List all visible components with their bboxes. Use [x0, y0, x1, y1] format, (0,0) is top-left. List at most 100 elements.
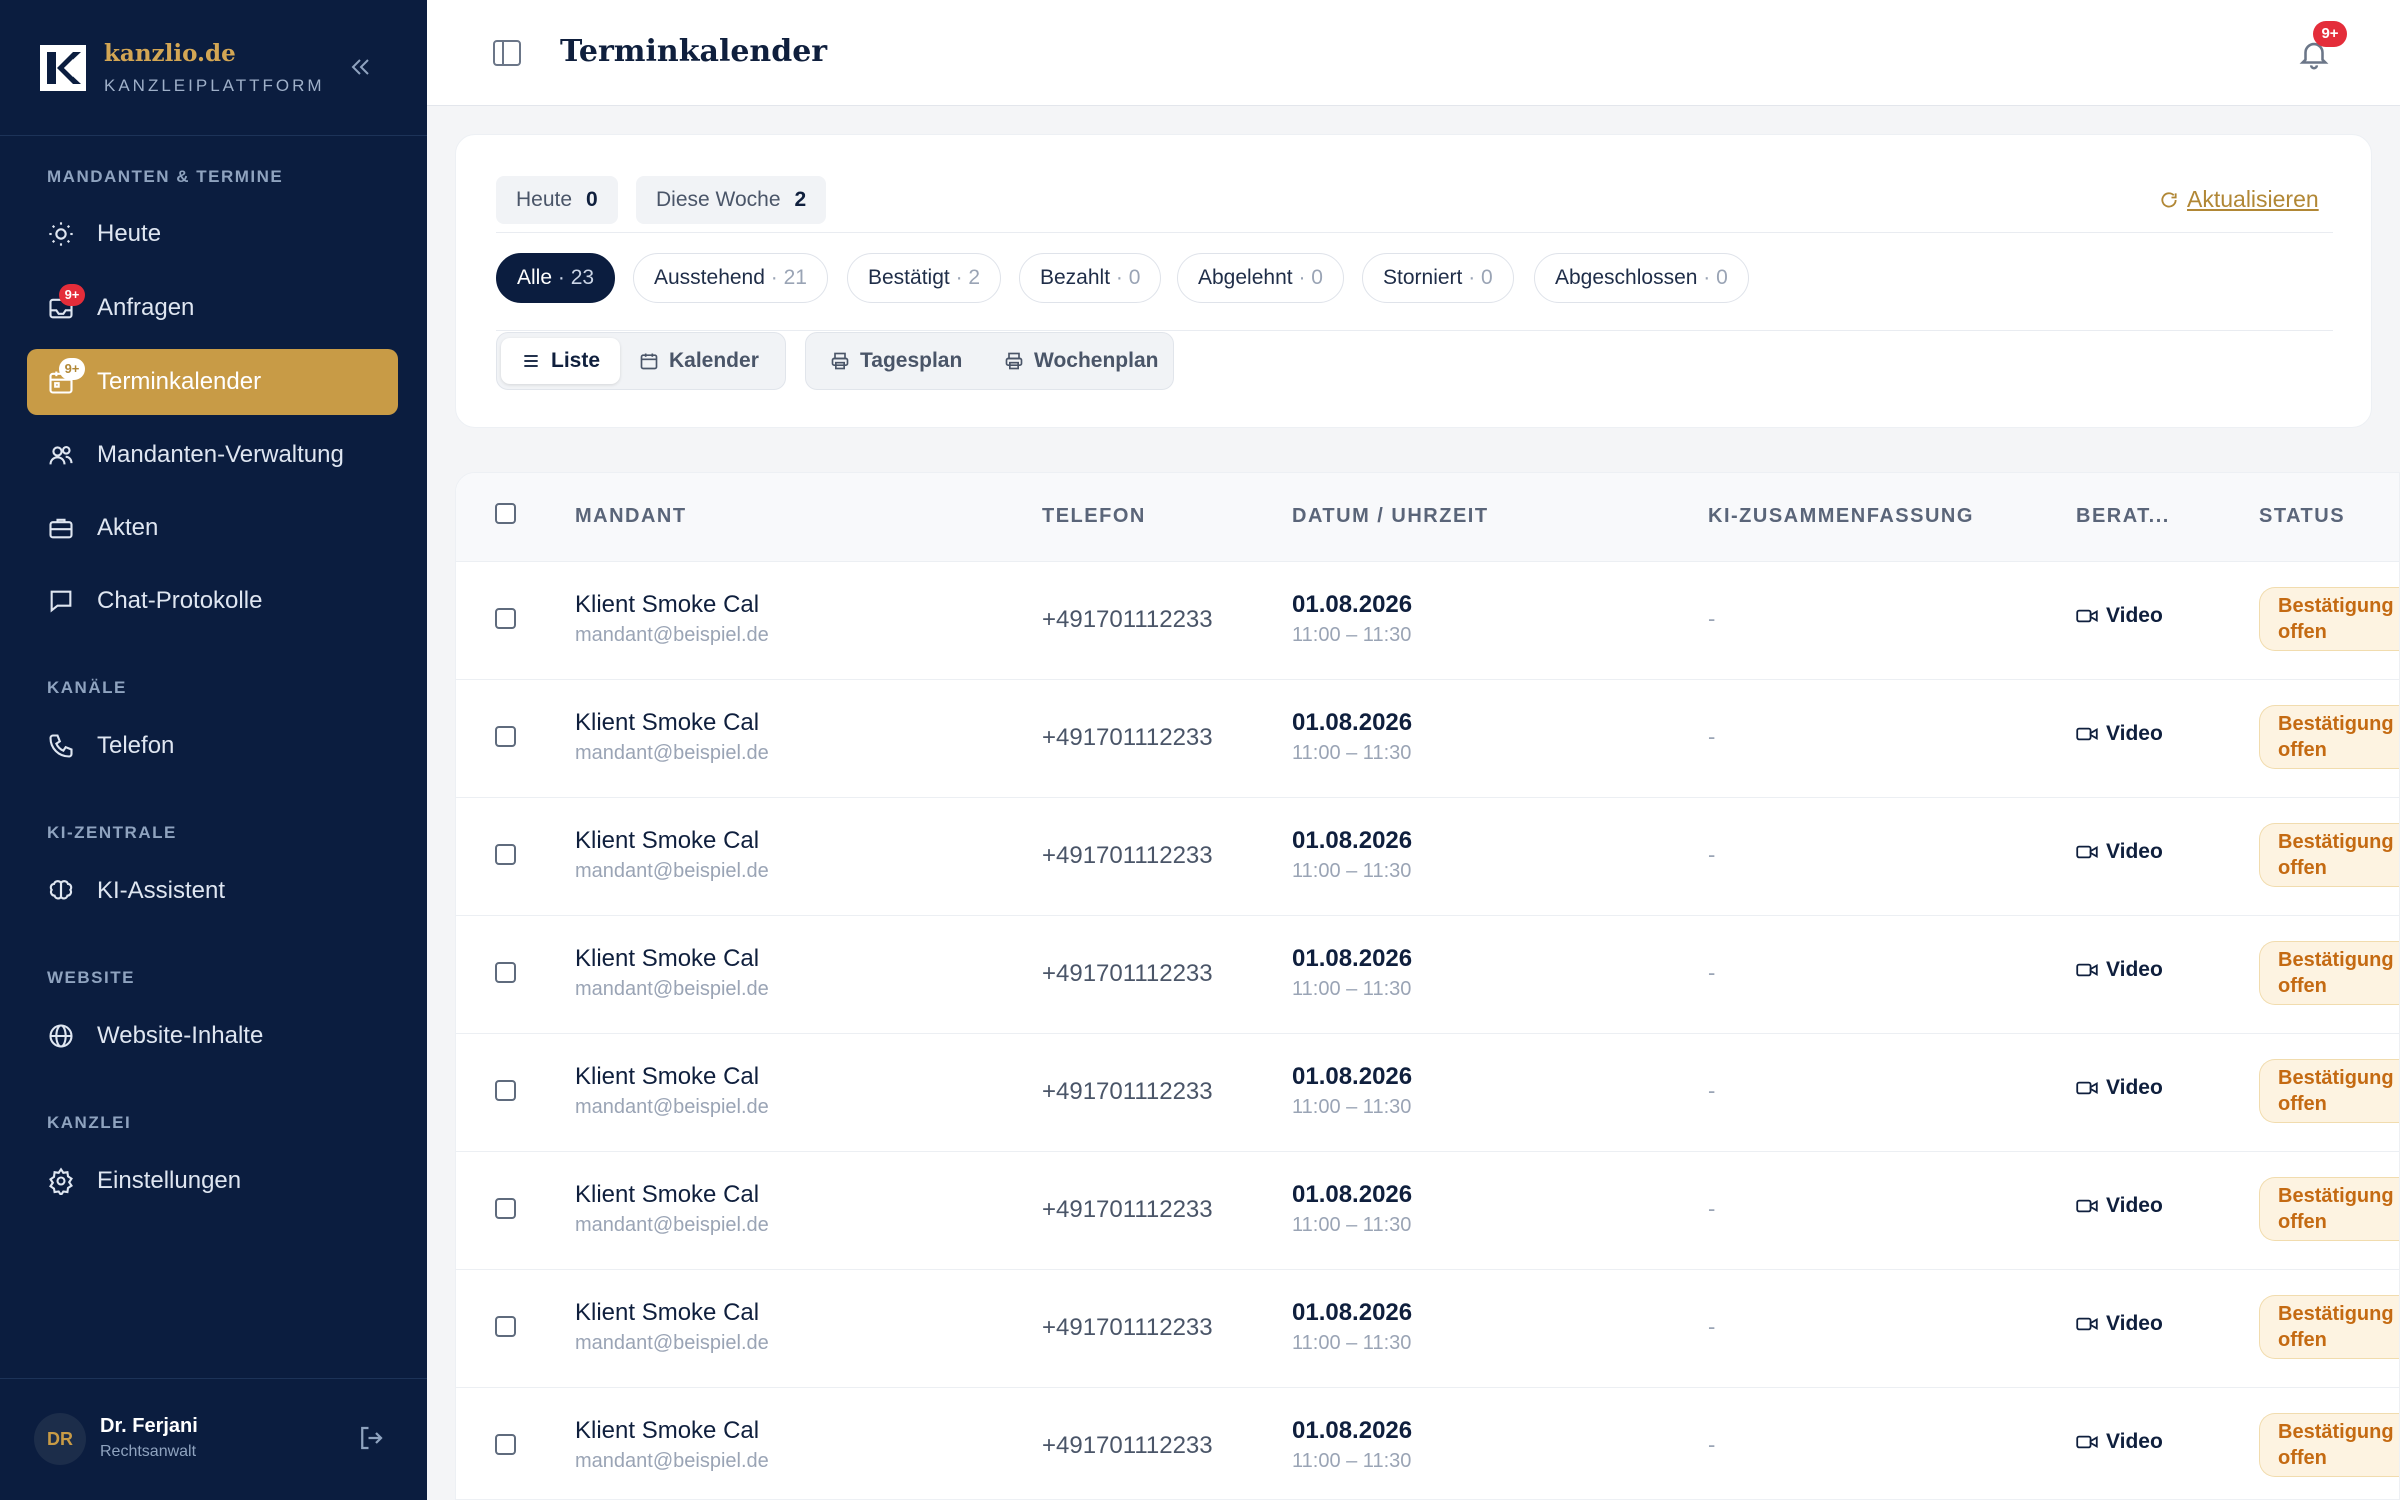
- sidebar-item-akten[interactable]: Akten: [27, 495, 398, 561]
- sidebar-item-terminkalender[interactable]: 9+ Terminkalender: [27, 349, 398, 415]
- refresh-button[interactable]: Aktualisieren: [2159, 186, 2319, 213]
- client-name[interactable]: Klient Smoke Cal: [575, 1417, 759, 1445]
- client-name[interactable]: Klient Smoke Cal: [575, 1299, 759, 1327]
- client-phone: +491701112233: [1042, 1314, 1213, 1341]
- client-phone: +491701112233: [1042, 724, 1213, 751]
- chip-label: Abgelehnt: [1198, 266, 1293, 289]
- table-row[interactable]: Klient Smoke Cal mandant@beispiel.de +4917…: [456, 679, 2399, 797]
- video-icon: [2076, 1317, 2098, 1331]
- column-header-beratung[interactable]: BERAT...: [2076, 505, 2170, 528]
- table-row[interactable]: Klient Smoke Cal mandant@beispiel.de +4917…: [456, 797, 2399, 915]
- printer-icon: [831, 352, 849, 370]
- appointments-table: MANDANT TELEFON DATUM / UHRZEIT KI-ZUSAM…: [455, 472, 2400, 1500]
- client-phone: +491701112233: [1042, 842, 1213, 869]
- status-line-2: offen: [2278, 1447, 2327, 1469]
- counter-label: Diese Woche: [656, 188, 781, 211]
- logo-icon: [40, 44, 86, 91]
- column-header-telefon[interactable]: TELEFON: [1042, 505, 1146, 528]
- filter-chip-bezahlt[interactable]: Bezahlt · 0: [1019, 253, 1162, 303]
- client-name[interactable]: Klient Smoke Cal: [575, 827, 759, 855]
- ai-summary: -: [1708, 1314, 1716, 1339]
- client-name[interactable]: Klient Smoke Cal: [575, 945, 759, 973]
- print-week-button[interactable]: Wochenplan: [990, 338, 1172, 384]
- row-checkbox[interactable]: [495, 962, 516, 983]
- table-row[interactable]: Klient Smoke Cal mandant@beispiel.de +4917…: [456, 1387, 2399, 1499]
- row-checkbox[interactable]: [495, 1080, 516, 1101]
- section-label-mandanten: MANDANTEN & TERMINE: [47, 167, 284, 186]
- appointment-time: 11:00 – 11:30: [1292, 1096, 1412, 1118]
- client-phone: +491701112233: [1042, 606, 1213, 633]
- consultation-type-label: Video: [2106, 840, 2163, 863]
- table-row[interactable]: Klient Smoke Cal mandant@beispiel.de +4917…: [456, 561, 2399, 679]
- logout-icon[interactable]: [356, 1423, 386, 1453]
- row-checkbox[interactable]: [495, 844, 516, 865]
- chip-count: · 0: [1703, 266, 1728, 289]
- sidebar-item-anfragen[interactable]: 9+ Anfragen: [27, 275, 398, 341]
- brand-header: kanzlio.de KANZLEIPLATTFORM: [0, 0, 427, 136]
- appointment-time: 11:00 – 11:30: [1292, 1332, 1412, 1354]
- client-name[interactable]: Klient Smoke Cal: [575, 1181, 759, 1209]
- client-email: mandant@beispiel.de: [575, 1332, 769, 1354]
- view-calendar-button[interactable]: Kalender: [627, 338, 771, 384]
- table-row[interactable]: Klient Smoke Cal mandant@beispiel.de +4917…: [456, 1033, 2399, 1151]
- row-checkbox[interactable]: [495, 1316, 516, 1337]
- status-badge: Bestätigung offen: [2259, 1059, 2399, 1123]
- avatar[interactable]: DR: [34, 1413, 86, 1465]
- appointment-date: 01.08.2026: [1292, 827, 1413, 854]
- status-line-1: Bestätigung: [2278, 1185, 2394, 1207]
- table-row[interactable]: Klient Smoke Cal mandant@beispiel.de +4917…: [456, 1151, 2399, 1269]
- terminkalender-badge: 9+: [59, 358, 85, 380]
- client-phone: +491701112233: [1042, 1078, 1213, 1105]
- consultation-type: Video: [2076, 840, 2163, 864]
- column-header-ki-zusammenfassung[interactable]: KI-ZUSAMMENFASSUNG: [1708, 505, 1974, 528]
- chip-count: · 23: [557, 266, 595, 289]
- filter-chip-abgeschlossen[interactable]: Abgeschlossen · 0: [1534, 253, 1749, 303]
- client-name[interactable]: Klient Smoke Cal: [575, 709, 759, 737]
- status-badge: Bestätigung offen: [2259, 1413, 2399, 1477]
- filter-chip-bestaetigt[interactable]: Bestätigt · 2: [847, 253, 1002, 303]
- row-checkbox[interactable]: [495, 1198, 516, 1219]
- sidebar-item-ki-assistent[interactable]: KI-Assistent: [27, 858, 398, 924]
- sidebar-item-chat-protokolle[interactable]: Chat-Protokolle: [27, 568, 398, 634]
- user-role: Rechtsanwalt: [100, 1443, 197, 1460]
- sidebar-item-website-inhalte[interactable]: Website-Inhalte: [27, 1003, 398, 1069]
- view-list-button[interactable]: Liste: [501, 338, 621, 384]
- column-header-mandant[interactable]: MANDANT: [575, 505, 687, 528]
- row-checkbox[interactable]: [495, 726, 516, 747]
- ai-summary: -: [1708, 1196, 1716, 1221]
- client-email: mandant@beispiel.de: [575, 1096, 769, 1118]
- section-label-kanzlei: KANZLEI: [47, 1113, 132, 1132]
- table-row[interactable]: Klient Smoke Cal mandant@beispiel.de +4917…: [456, 1269, 2399, 1387]
- sidebar-item-heute[interactable]: Heute: [27, 201, 398, 267]
- row-checkbox[interactable]: [495, 1434, 516, 1455]
- column-header-datum[interactable]: DATUM / UHRZEIT: [1292, 505, 1489, 528]
- divider: [496, 330, 2333, 331]
- collapse-sidebar-button[interactable]: [346, 50, 376, 84]
- filter-chip-abgelehnt[interactable]: Abgelehnt · 0: [1177, 253, 1344, 303]
- column-header-status[interactable]: STATUS: [2259, 505, 2345, 528]
- select-all-checkbox[interactable]: [495, 503, 516, 524]
- video-icon: [2076, 963, 2098, 977]
- client-name[interactable]: Klient Smoke Cal: [575, 591, 759, 619]
- sidebar-item-einstellungen[interactable]: Einstellungen: [27, 1148, 398, 1214]
- chip-count: · 0: [1115, 266, 1141, 289]
- sidebar-item-label: Chat-Protokolle: [97, 587, 263, 614]
- chip-count: · 0: [1468, 266, 1493, 289]
- sidebar-item-telefon[interactable]: Telefon: [27, 713, 398, 779]
- print-day-label: Tagesplan: [860, 349, 963, 372]
- print-day-button[interactable]: Tagesplan: [816, 338, 976, 384]
- filter-chip-ausstehend[interactable]: Ausstehend · 21: [633, 253, 828, 303]
- row-checkbox[interactable]: [495, 608, 516, 629]
- filter-chip-storniert[interactable]: Storniert · 0: [1362, 253, 1514, 303]
- sidebar-item-label: Website-Inhalte: [97, 1022, 264, 1049]
- status-badge: Bestätigung offen: [2259, 1177, 2399, 1241]
- sidebar-item-mandanten-verwaltung[interactable]: Mandanten-Verwaltung: [27, 422, 398, 488]
- table-row[interactable]: Klient Smoke Cal mandant@beispiel.de +4917…: [456, 915, 2399, 1033]
- client-name[interactable]: Klient Smoke Cal: [575, 1063, 759, 1091]
- filter-chip-alle[interactable]: Alle · 23: [496, 253, 616, 303]
- chip-count: · 21: [770, 266, 807, 289]
- sidebar-toggle-icon[interactable]: [493, 40, 521, 66]
- chip-count: · 2: [955, 266, 981, 289]
- status-line-2: offen: [2278, 621, 2327, 643]
- anfragen-badge: 9+: [59, 284, 85, 306]
